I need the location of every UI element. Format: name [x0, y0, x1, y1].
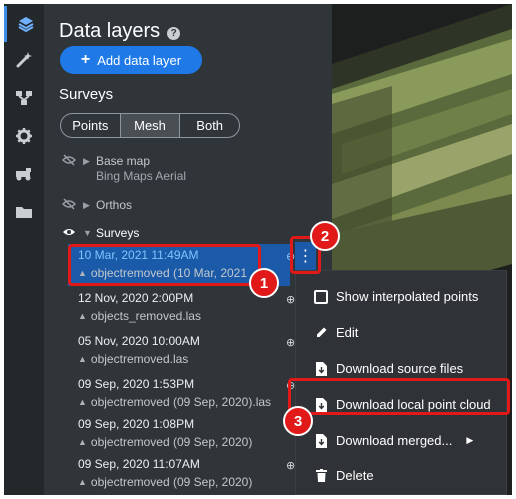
download-merged-option[interactable]: Download merged... ▶ [314, 433, 473, 448]
checkbox-icon[interactable] [314, 289, 328, 304]
surveys-heading: Surveys [59, 86, 114, 103]
help-icon[interactable]: ? [167, 26, 181, 40]
file-download-icon [314, 433, 328, 448]
mesh-triangle-icon: ▲ [78, 437, 87, 447]
layer-orthos[interactable]: ▶ Orthos [62, 198, 132, 213]
edit-label: Edit [336, 325, 359, 340]
delete-option[interactable]: Delete [314, 468, 374, 483]
layer-base-map-title: Base map [96, 154, 151, 168]
mesh-triangle-icon: ▲ [78, 311, 87, 321]
survey-file: ▲ objectremoved (09 Sep, 2020) [78, 435, 252, 449]
folder-icon[interactable] [4, 194, 44, 230]
survey-date: 09 Sep, 2020 1:08PM [78, 417, 195, 431]
survey-item[interactable]: 09 Sep, 2020 1:08PM ▲ objectremoved (09 S… [68, 413, 290, 455]
layers-icon[interactable] [4, 6, 44, 42]
mesh-triangle-icon: ▲ [78, 354, 87, 364]
mesh-triangle-icon: ▲ [78, 397, 87, 407]
layer-orthos-title: Orthos [96, 198, 133, 212]
survey-date: 09 Sep, 2020 1:53PM [78, 377, 195, 391]
survey-file-name: objectremoved (09 Sep, 2020) [90, 435, 253, 449]
survey-file-name: objectremoved (09 Sep, 2020) [90, 475, 253, 489]
callout-badge-2: 2 [310, 221, 340, 251]
survey-date: 09 Sep, 2020 11:07AM [78, 457, 200, 471]
add-data-layer-button[interactable]: + Add data layer [60, 46, 202, 74]
callout-badge-3: 3 [283, 406, 313, 436]
view-mode-toggle: Points Mesh Both [60, 113, 240, 138]
download-merged-label: Download merged... [336, 433, 453, 448]
icon-rail [4, 4, 44, 495]
download-source-files-option[interactable]: Download source files [314, 361, 463, 376]
show-interpolated-points-option[interactable]: Show interpolated points [314, 289, 478, 304]
eye-visible-icon[interactable] [62, 226, 78, 241]
settings-gear-icon[interactable] [4, 118, 44, 154]
mesh-triangle-icon: ▲ [78, 477, 87, 487]
magic-wand-icon[interactable] [4, 42, 44, 78]
mesh-mode-button[interactable]: Mesh [119, 114, 181, 137]
callout-badge-1: 1 [249, 268, 279, 298]
survey-item[interactable]: 09 Sep, 2020 1:53PM ▲ objectremoved (09 S… [68, 373, 295, 415]
layer-base-map[interactable]: ▶ Base map Bing Maps Aerial [62, 154, 186, 184]
survey-item[interactable]: 05 Nov, 2020 10:00AM ▲ objectremoved.las … [68, 330, 295, 372]
caret-down-icon[interactable]: ▼ [83, 228, 92, 238]
survey-file-name: objectremoved (09 Sep, 2020).las [90, 395, 272, 409]
submenu-arrow-icon: ▶ [466, 435, 474, 445]
highlight-selected-survey [68, 244, 261, 286]
pencil-icon [314, 326, 328, 339]
hierarchy-icon[interactable] [4, 80, 44, 116]
survey-file-name: objects_removed.las [90, 309, 201, 323]
points-mode-button[interactable]: Points [61, 114, 120, 137]
layer-surveys[interactable]: ▼ Surveys [62, 226, 139, 241]
highlight-download-local [288, 378, 510, 415]
survey-date: 12 Nov, 2020 2:00PM [78, 291, 194, 305]
delete-label: Delete [336, 468, 374, 483]
survey-file: ▲ objectremoved (09 Sep, 2020) [78, 475, 252, 489]
zoom-to-icon[interactable]: ⊕ [286, 336, 295, 349]
layer-base-map-sub: Bing Maps Aerial [96, 169, 187, 183]
file-download-icon [314, 361, 328, 376]
eye-hidden-icon[interactable] [62, 154, 78, 169]
trash-icon [314, 469, 328, 482]
zoom-to-icon[interactable]: ⊕ [286, 459, 295, 472]
add-data-layer-label: Add data layer [97, 52, 182, 68]
caret-right-icon[interactable]: ▶ [83, 156, 91, 167]
survey-file: ▲ objects_removed.las [78, 309, 201, 323]
edit-option[interactable]: Edit [314, 325, 358, 340]
survey-file-name: objectremoved.las [90, 352, 189, 366]
plus-icon: + [80, 51, 91, 68]
both-mode-button[interactable]: Both [180, 114, 239, 137]
truck-icon[interactable] [4, 156, 44, 192]
caret-right-icon[interactable]: ▶ [83, 200, 91, 211]
layer-surveys-title: Surveys [96, 226, 140, 240]
panel-title: Data layers ? [59, 20, 181, 43]
survey-file: ▲ objectremoved (09 Sep, 2020).las [78, 395, 271, 409]
zoom-to-icon[interactable]: ⊕ [286, 293, 295, 306]
survey-item[interactable]: 09 Sep, 2020 11:07AM ▲ objectremoved (09 … [68, 453, 295, 495]
app-frame: Data layers ? + Add data layer Surveys P… [4, 4, 512, 495]
layer-label: Base map Bing Maps Aerial [96, 154, 186, 184]
eye-hidden-icon[interactable] [62, 198, 78, 213]
download-source-label: Download source files [336, 361, 464, 376]
show-interpolated-label: Show interpolated points [336, 289, 479, 304]
survey-date: 05 Nov, 2020 10:00AM [78, 334, 200, 348]
panel-title-text: Data layers [59, 20, 161, 42]
survey-file: ▲ objectremoved.las [78, 352, 188, 366]
